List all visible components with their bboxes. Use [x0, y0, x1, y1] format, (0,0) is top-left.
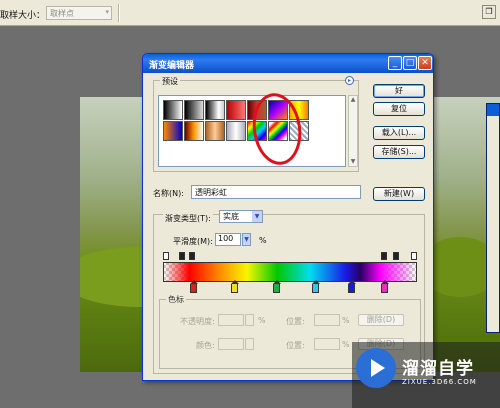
- opacity-location-label: 位置:: [286, 317, 305, 326]
- smoothness-label: 平滑度(M):: [173, 237, 213, 246]
- color-stop[interactable]: [273, 280, 281, 293]
- dropdown-arrow-icon: ▼: [252, 211, 262, 222]
- load-button[interactable]: 载入(L)...: [373, 126, 425, 140]
- opacity-stop[interactable]: [163, 252, 169, 260]
- scroll-up-icon[interactable]: ▲: [349, 96, 357, 104]
- opacity-input[interactable]: [218, 314, 244, 326]
- preset-swatch[interactable]: [226, 121, 246, 141]
- opacity-location-input[interactable]: [314, 314, 340, 326]
- presets-label: 预设: [160, 76, 180, 87]
- opacity-stop[interactable]: [393, 252, 399, 260]
- opacity-dropdown-icon[interactable]: [245, 314, 254, 326]
- play-logo-icon: [356, 348, 396, 388]
- gradient-type-label: 渐变类型(T):: [163, 213, 213, 224]
- color-stop[interactable]: [231, 280, 239, 293]
- presets-scrollbar[interactable]: ▲ ▼: [348, 95, 358, 167]
- restore-window-icon[interactable]: ❐: [482, 5, 496, 19]
- name-input[interactable]: 透明彩虹: [191, 185, 361, 199]
- preset-swatch[interactable]: [184, 100, 204, 120]
- dialog-title: 渐变编辑器: [149, 61, 195, 71]
- ok-button[interactable]: 好: [373, 84, 425, 98]
- gradient-type-select[interactable]: 实底 ▼: [219, 210, 263, 223]
- reset-button[interactable]: 复位: [373, 102, 425, 116]
- preset-swatch[interactable]: [205, 121, 225, 141]
- toolbar-separator: [118, 4, 120, 22]
- color-location-unit: %: [342, 340, 350, 349]
- scroll-down-icon[interactable]: ▼: [349, 158, 357, 166]
- preset-swatch[interactable]: [205, 100, 225, 120]
- color-location-input[interactable]: [314, 338, 340, 350]
- presets-menu-icon[interactable]: ▸: [345, 76, 354, 85]
- stops-label: 色标: [166, 294, 186, 305]
- gradient-type-value: 实底: [223, 212, 239, 221]
- smoothness-unit: %: [259, 236, 267, 245]
- color-stop[interactable]: [312, 280, 320, 293]
- opacity-unit: %: [258, 316, 266, 325]
- opacity-stop[interactable]: [179, 252, 185, 260]
- preset-swatch[interactable]: [163, 121, 183, 141]
- new-button[interactable]: 新建(W): [373, 187, 425, 201]
- presets-swatch-grid: [158, 95, 346, 167]
- opacity-stop[interactable]: [381, 252, 387, 260]
- color-swatch-field[interactable]: [218, 338, 244, 350]
- gradient-preview-bar[interactable]: [163, 262, 417, 282]
- options-bar: 取样大小： 取样点 ▾ ❐: [0, 0, 500, 26]
- sample-size-select[interactable]: 取样点 ▾: [46, 6, 112, 20]
- minimize-icon[interactable]: _: [388, 56, 402, 70]
- preset-swatch[interactable]: [226, 100, 246, 120]
- watermark: 溜溜自学 ZIXUE.3D66.COM: [352, 342, 500, 408]
- panel-titlebar: [487, 104, 499, 116]
- opacity-stop[interactable]: [189, 252, 195, 260]
- opacity-location-unit: %: [342, 316, 350, 325]
- opacity-stop[interactable]: [411, 252, 417, 260]
- sample-size-label: 取样大小：: [0, 11, 46, 21]
- dialog-titlebar: 渐变编辑器 _ □ ✕: [143, 54, 433, 73]
- color-stop[interactable]: [381, 280, 389, 293]
- maximize-icon[interactable]: □: [403, 56, 417, 70]
- color-location-label: 位置:: [286, 341, 305, 350]
- preset-swatch[interactable]: [184, 121, 204, 141]
- color-stop[interactable]: [190, 280, 198, 293]
- preset-swatch[interactable]: [163, 100, 183, 120]
- dropdown-arrow-icon: ▾: [105, 8, 109, 16]
- watermark-name: 溜溜自学: [402, 359, 474, 379]
- color-stop[interactable]: [348, 280, 356, 293]
- smoothness-dropdown-icon[interactable]: ▼: [242, 233, 251, 246]
- color-dropdown-icon[interactable]: [245, 338, 254, 350]
- color-label: 颜色:: [196, 341, 215, 350]
- smoothness-input[interactable]: 100: [215, 233, 241, 246]
- watermark-url: ZIXUE.3D66.COM: [402, 378, 477, 386]
- sample-size-value: 取样点: [50, 9, 74, 18]
- name-label: 名称(N):: [153, 189, 184, 198]
- opacity-label: 不透明度:: [180, 317, 215, 326]
- save-button[interactable]: 存储(S)...: [373, 145, 425, 159]
- close-icon[interactable]: ✕: [418, 56, 432, 70]
- delete-opacity-stop-button[interactable]: 删除(D): [358, 314, 404, 326]
- layers-panel-partial: [486, 103, 500, 333]
